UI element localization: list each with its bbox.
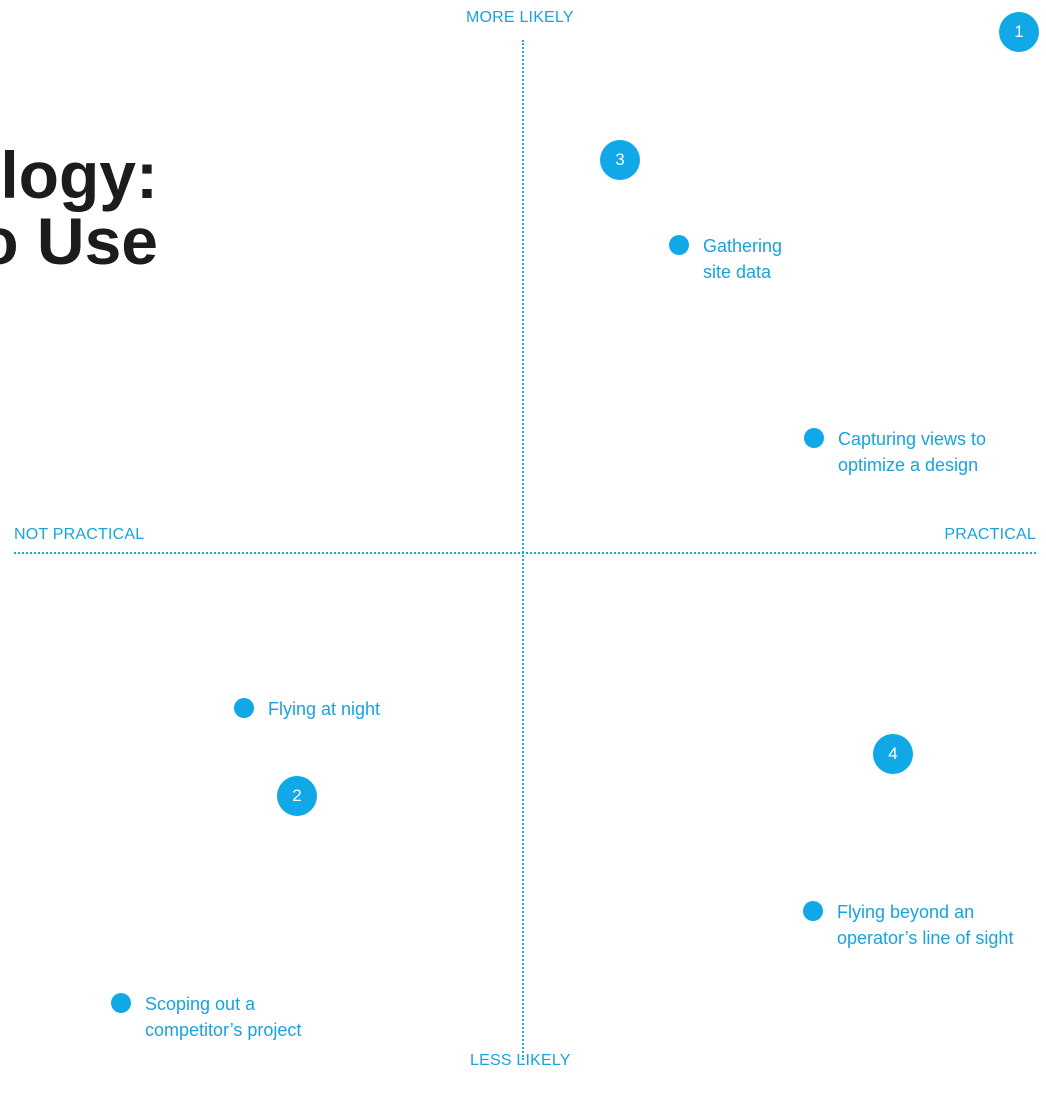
item-dot <box>804 428 824 448</box>
quadrant-badge-4: 4 <box>873 734 913 774</box>
horizontal-axis-line <box>14 552 1036 554</box>
axis-label-not-practical: NOT PRACTICAL <box>14 526 145 543</box>
item-dot <box>111 993 131 1013</box>
item-label-line-2: competitor’s project <box>145 1020 302 1040</box>
item-gathering-site-data: Gathering site data <box>669 233 782 285</box>
item-label-line-1: Scoping out a <box>145 994 256 1014</box>
axis-label-less-likely: LESS LIKELY <box>470 1052 571 1069</box>
item-label-line-2: optimize a design <box>838 455 979 475</box>
vertical-axis-line <box>522 40 524 1060</box>
item-label-line-1: Flying at night <box>268 699 381 719</box>
item-label: Flying at night <box>268 696 380 722</box>
item-label-line-1: Flying beyond an <box>837 902 975 922</box>
item-label: Gathering site data <box>703 233 782 285</box>
item-label-line-1: Gathering <box>703 236 783 256</box>
item-dot <box>234 698 254 718</box>
quadrant-badge-3: 3 <box>600 140 640 180</box>
page-title: logy: o Use <box>0 142 158 274</box>
title-line-2: o Use <box>0 204 158 278</box>
item-label: Capturing views to optimize a design <box>838 426 986 478</box>
item-label-line-2: operator’s line of sight <box>837 928 1014 948</box>
item-label-line-2: site data <box>703 262 772 282</box>
title-line-1: logy: <box>0 138 158 212</box>
item-dot <box>803 901 823 921</box>
item-label-line-1: Capturing views to <box>838 429 987 449</box>
quadrant-badge-2: 2 <box>277 776 317 816</box>
item-flying-beyond-line-of-sight: Flying beyond an operator’s line of sigh… <box>803 899 1013 951</box>
item-label: Scoping out a competitor’s project <box>145 991 301 1043</box>
item-dot <box>669 235 689 255</box>
item-flying-at-night: Flying at night <box>234 696 380 722</box>
item-scoping-competitor-project: Scoping out a competitor’s project <box>111 991 301 1043</box>
item-label: Flying beyond an operator’s line of sigh… <box>837 899 1013 951</box>
quadrant-badge-1: 1 <box>999 12 1039 52</box>
item-capturing-views: Capturing views to optimize a design <box>804 426 986 478</box>
axis-label-more-likely: MORE LIKELY <box>466 9 574 26</box>
axis-label-practical: PRACTICAL <box>944 526 1036 543</box>
